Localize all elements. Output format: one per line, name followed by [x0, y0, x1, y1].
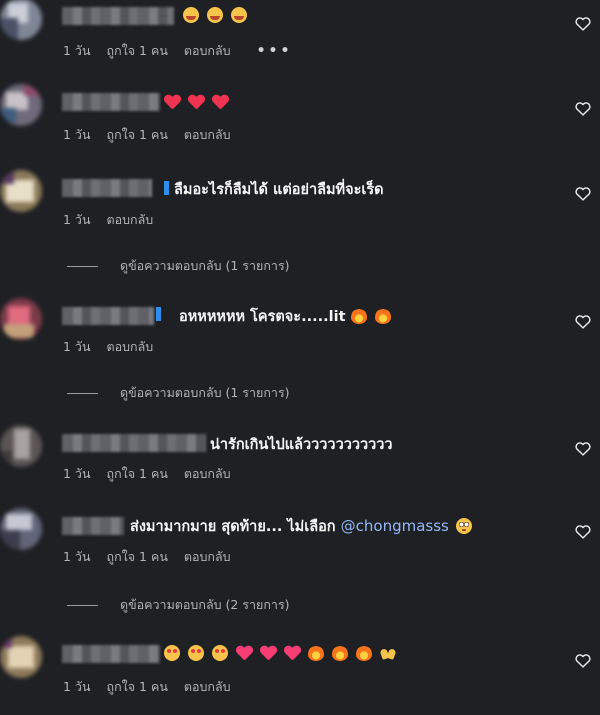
view-replies-button[interactable]: ดูข้อความตอบกลับ (2 รายการ) [67, 595, 290, 615]
comment-text [164, 645, 404, 662]
heart-outline-icon[interactable] [574, 440, 592, 456]
emoji-face-heart-eyes-icon [183, 7, 199, 23]
emoji-fire-icon [308, 645, 324, 661]
heart-outline-icon[interactable] [574, 15, 592, 31]
avatar[interactable] [0, 84, 42, 126]
username-redacted[interactable] [62, 7, 174, 25]
emoji-red-heart-icon [188, 94, 204, 110]
comment-text-body: อหหหหหห โครตจะ.....lit [179, 309, 346, 325]
likes-count-button[interactable]: ถูกใจ 1 คน [107, 547, 168, 567]
avatar[interactable] [0, 425, 42, 467]
timestamp: 1 วัน [63, 127, 91, 142]
comment-meta: 1 วัน ถูกใจ 1 คน ตอบกลับ [63, 547, 231, 567]
avatar[interactable] [0, 636, 42, 678]
comment-text: น่ารักเกินไปแล้ววววววววววว [210, 437, 393, 453]
username-redacted[interactable] [62, 307, 154, 325]
emoji-raising-hands-icon [380, 645, 396, 661]
replies-divider [67, 265, 98, 267]
reply-button[interactable]: ตอบกลับ [184, 464, 231, 484]
comment-text [183, 7, 255, 24]
comment-text: ลืมอะไรก็ลืมได้ แต่อย่าลืมที่จะเร็ด [174, 182, 384, 198]
comment-text: ส่งมามากมาย สุดท้าย... ไม่เลือก @chongma… [130, 515, 480, 538]
heart-outline-icon[interactable] [574, 652, 592, 668]
likes-count-button[interactable]: ถูกใจ 1 คน [107, 41, 168, 61]
avatar[interactable] [0, 170, 42, 212]
view-replies-button[interactable]: ดูข้อความตอบกลับ (1 รายการ) [67, 256, 290, 276]
comment-meta: 1 วัน ตอบกลับ [63, 210, 153, 230]
reply-button[interactable]: ตอบกลับ [107, 210, 154, 230]
timestamp: 1 วัน [63, 339, 91, 354]
view-replies-button[interactable]: ดูข้อความตอบกลับ (1 รายการ) [67, 383, 290, 403]
timestamp: 1 วัน [63, 549, 91, 564]
emoji-pink-heart-icon [236, 645, 252, 661]
comment-text-body: ส่งมามากมาย สุดท้าย... ไม่เลือก [130, 519, 336, 535]
timestamp: 1 วัน [63, 212, 91, 227]
timestamp: 1 วัน [63, 466, 91, 481]
heart-outline-icon[interactable] [574, 100, 592, 116]
comment-text [164, 94, 236, 111]
emoji-pink-heart-icon [284, 645, 300, 661]
more-options-icon[interactable]: ••• [257, 43, 293, 59]
comment-text: อหหหหหห โครตจะ.....lit [179, 305, 399, 328]
heart-outline-icon[interactable] [574, 313, 592, 329]
comment-meta: 1 วัน ถูกใจ 1 คน ตอบกลับ [63, 125, 231, 145]
view-replies-label[interactable]: ดูข้อความตอบกลับ (1 รายการ) [120, 256, 290, 276]
reply-button[interactable]: ตอบกลับ [184, 41, 231, 61]
comment-meta: 1 วัน ถูกใจ 1 คน ตอบกลับ ••• [63, 41, 292, 61]
view-replies-label[interactable]: ดูข้อความตอบกลับ (2 รายการ) [120, 595, 290, 615]
timestamp: 1 วัน [63, 679, 91, 694]
username-redacted[interactable] [62, 434, 206, 452]
mention-link[interactable]: @chongmasss [341, 517, 449, 535]
emoji-fire-icon [332, 645, 348, 661]
emoji-pink-heart-icon [260, 645, 276, 661]
comment-meta: 1 วัน ตอบกลับ [63, 337, 153, 357]
emoji-star-struck-icon [164, 645, 180, 661]
heart-outline-icon[interactable] [574, 185, 592, 201]
username-redacted[interactable] [62, 93, 160, 111]
emoji-fire-icon [374, 308, 391, 324]
likes-count-button[interactable]: ถูกใจ 1 คน [107, 125, 168, 145]
heart-outline-icon[interactable] [574, 523, 592, 539]
emoji-fire-icon [350, 308, 367, 324]
username-redacted[interactable] [62, 645, 160, 663]
comment-meta: 1 วัน ถูกใจ 1 คน ตอบกลับ [63, 677, 231, 697]
emoji-face-heart-eyes-icon [231, 7, 247, 23]
emoji-star-struck-icon [212, 645, 228, 661]
username-badge [164, 181, 169, 195]
view-replies-label[interactable]: ดูข้อความตอบกลับ (1 รายการ) [120, 383, 290, 403]
likes-count-button[interactable]: ถูกใจ 1 คน [107, 464, 168, 484]
emoji-star-struck-icon [188, 645, 204, 661]
timestamp: 1 วัน [63, 43, 91, 58]
username-redacted[interactable] [62, 179, 152, 197]
emoji-face-heart-eyes-icon [207, 7, 223, 23]
replies-divider [67, 392, 98, 394]
avatar[interactable] [0, 298, 42, 340]
comment-meta: 1 วัน ถูกใจ 1 คน ตอบกลับ [63, 464, 231, 484]
reply-button[interactable]: ตอบกลับ [184, 677, 231, 697]
username-badge [156, 307, 161, 321]
avatar[interactable] [0, 0, 42, 40]
emoji-flushed-face-icon [455, 518, 472, 534]
username-redacted[interactable] [62, 517, 124, 535]
likes-count-button[interactable]: ถูกใจ 1 คน [107, 677, 168, 697]
avatar[interactable] [0, 508, 42, 550]
emoji-red-heart-icon [212, 94, 228, 110]
emoji-red-heart-icon [164, 94, 180, 110]
emoji-fire-icon [356, 645, 372, 661]
replies-divider [67, 604, 98, 606]
reply-button[interactable]: ตอบกลับ [184, 125, 231, 145]
reply-button[interactable]: ตอบกลับ [107, 337, 154, 357]
reply-button[interactable]: ตอบกลับ [184, 547, 231, 567]
